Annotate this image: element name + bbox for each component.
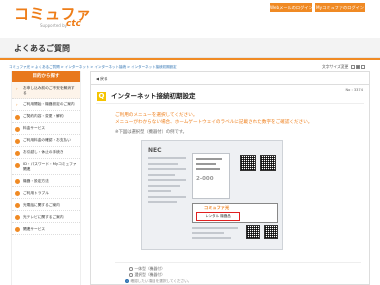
device-code: 2-000 xyxy=(196,176,214,182)
highlighted-label: レンタル 機器品 xyxy=(196,212,240,221)
sidebar-item[interactable]: 機器・設定方法 xyxy=(12,175,80,187)
sidebar-item[interactable]: ご契約内容・変更・解約 xyxy=(12,111,80,123)
divider xyxy=(91,84,369,85)
commufa-logo[interactable]: コミュファ Supported by ctc xyxy=(14,6,92,29)
qr-code-icon xyxy=(246,225,260,239)
option-label: 一体型（機器付） xyxy=(134,266,165,271)
breadcrumb[interactable]: コミュファ光 > よくあるご質問 > インターネット > インターネット接続 >… xyxy=(9,65,177,70)
font-size-medium[interactable] xyxy=(355,65,360,69)
sidebar-item[interactable]: 光テレビに関するご案内 xyxy=(12,211,80,223)
sidebar-item-label: ご利用トラブル xyxy=(23,190,49,195)
sidebar: 目的から探す › お申し込み前のご不安を解消する › ご利用開始・機器設定のご案内 ご契… xyxy=(11,71,81,285)
title-bar: よくあるご質問 xyxy=(0,38,380,58)
sidebar-item[interactable]: 光電話に関するご案内 xyxy=(12,199,80,211)
sidebar-item-label: ご契約内容・変更・解約 xyxy=(23,114,64,118)
qr-code-icon xyxy=(240,155,256,171)
instructions: ご利用のメニューを選択してください。 メニューがわからない場合、ホームゲートウェ… xyxy=(115,112,365,126)
bullet-icon xyxy=(15,215,20,220)
qr-code-icon xyxy=(264,225,278,239)
sidebar-item[interactable]: 料金サービス xyxy=(12,123,80,135)
page-title: よくあるご質問 xyxy=(14,44,70,53)
instruction-line-1: ご利用のメニューを選択してください。 xyxy=(115,113,198,118)
font-size-switcher: 文字サイズ変更 xyxy=(322,64,365,70)
bullet-icon xyxy=(15,126,20,132)
sidebar-item[interactable]: ご利用トラブル xyxy=(12,187,80,199)
sidebar-item-label: ご利用開始・機器設定のご案内 xyxy=(23,102,75,106)
faq-panel: ◀ 戻る No : 3374 Q インターネット接続初期設定 ご利用のメニューを… xyxy=(90,71,370,285)
hint-label: 確認したい項目を選択してください。 xyxy=(130,279,192,283)
qr-code-icon xyxy=(260,155,276,171)
sheet-text-lines xyxy=(148,157,186,207)
bullet-icon xyxy=(15,114,20,120)
menu-options: 一体型（機器付） 選択型（機器付） i 確認したい項目を選択してください。 xyxy=(115,262,361,285)
sidebar-item[interactable]: › お申し込み前のご不安を解消する xyxy=(12,82,80,99)
bullet-icon xyxy=(15,227,20,232)
logo-sub: Supported by xyxy=(40,23,67,28)
radio-icon xyxy=(129,273,133,277)
question-badge: Q xyxy=(97,92,106,101)
hint-text: i 確認したい項目を選択してください。 xyxy=(125,279,191,284)
webmail-login-button[interactable]: Webメールのログイン xyxy=(270,3,312,12)
site-header: コミュファ Supported by ctc Webメールのログイン Myコミュ… xyxy=(0,0,380,32)
bullet-icon xyxy=(15,150,20,156)
chevron-right-icon: › xyxy=(16,85,18,91)
my-commufa-login-button[interactable]: Myコミュファのログイン xyxy=(315,3,365,12)
divider xyxy=(96,103,364,104)
title-underline xyxy=(0,58,380,60)
sidebar-list: › お申し込み前のご不安を解消する › ご利用開始・機器設定のご案内 ご契約内容・変更・… xyxy=(12,82,80,235)
sidebar-item[interactable]: ID・パスワード・Myコミュファ関連 xyxy=(12,159,80,175)
option-label: 選択型（機器付） xyxy=(134,272,165,277)
sidebar-item-label: 機器・設定方法 xyxy=(23,178,49,183)
instruction-line-2: メニューがわからない場合、ホームゲートウェイのラベルに記載された数字をご確認くだ… xyxy=(115,120,313,125)
bullet-icon xyxy=(15,179,20,184)
sidebar-item-label: お引越し・休止の手続き xyxy=(23,150,64,154)
sidebar-item[interactable]: 関連サービス xyxy=(12,223,80,235)
sidebar-item-label: 光電話に関するご案内 xyxy=(23,202,60,207)
back-link[interactable]: ◀ 戻る xyxy=(96,76,108,82)
bullet-icon xyxy=(15,203,20,208)
sheet-footer-lines xyxy=(192,227,238,245)
info-icon: i xyxy=(125,279,129,283)
device-card: 2-000 xyxy=(192,153,230,199)
label-brand: コミュファ光 xyxy=(204,205,230,210)
sidebar-item-label: ID・パスワード・Myコミュファ関連 xyxy=(23,162,77,171)
bullet-icon xyxy=(15,191,20,196)
sidebar-item[interactable]: お引越し・休止の手続き xyxy=(12,147,80,159)
question-number: No : 3374 xyxy=(345,88,363,92)
sidebar-item-label: ご利用料金の確認・お支払い xyxy=(23,138,71,142)
radio-icon xyxy=(129,267,133,271)
sidebar-item[interactable]: ご利用料金の確認・お支払い xyxy=(12,135,80,147)
question-title: インターネット接続初期設定 xyxy=(111,92,196,100)
example-note: ※下図は選択型（機器付）の例です。 xyxy=(115,130,187,135)
chevron-right-icon: › xyxy=(16,102,18,107)
sidebar-item-label: 料金サービス xyxy=(23,126,46,130)
option-selectable[interactable]: 選択型（機器付） xyxy=(129,272,165,278)
bullet-icon xyxy=(15,162,20,168)
logo-brand: ctc xyxy=(66,19,81,29)
nec-logo: NEC xyxy=(148,147,162,154)
font-size-small[interactable] xyxy=(350,65,355,69)
back-label: 戻る xyxy=(100,76,108,81)
font-size-large[interactable] xyxy=(360,65,365,69)
sidebar-item[interactable]: › ご利用開始・機器設定のご案内 xyxy=(12,99,80,111)
sidebar-item-label: お申し込み前のご不安を解消する xyxy=(23,85,75,95)
sidebar-item-label: 光テレビに関するご案内 xyxy=(23,214,64,219)
font-size-label: 文字サイズ変更 xyxy=(322,64,349,69)
bullet-icon xyxy=(15,138,20,144)
sidebar-heading: 目的から探す xyxy=(12,71,80,82)
sidebar-item-label: 関連サービス xyxy=(23,226,46,231)
device-label-image: NEC 2-000 コミュファ光 レンタル 機器品 xyxy=(141,140,283,250)
